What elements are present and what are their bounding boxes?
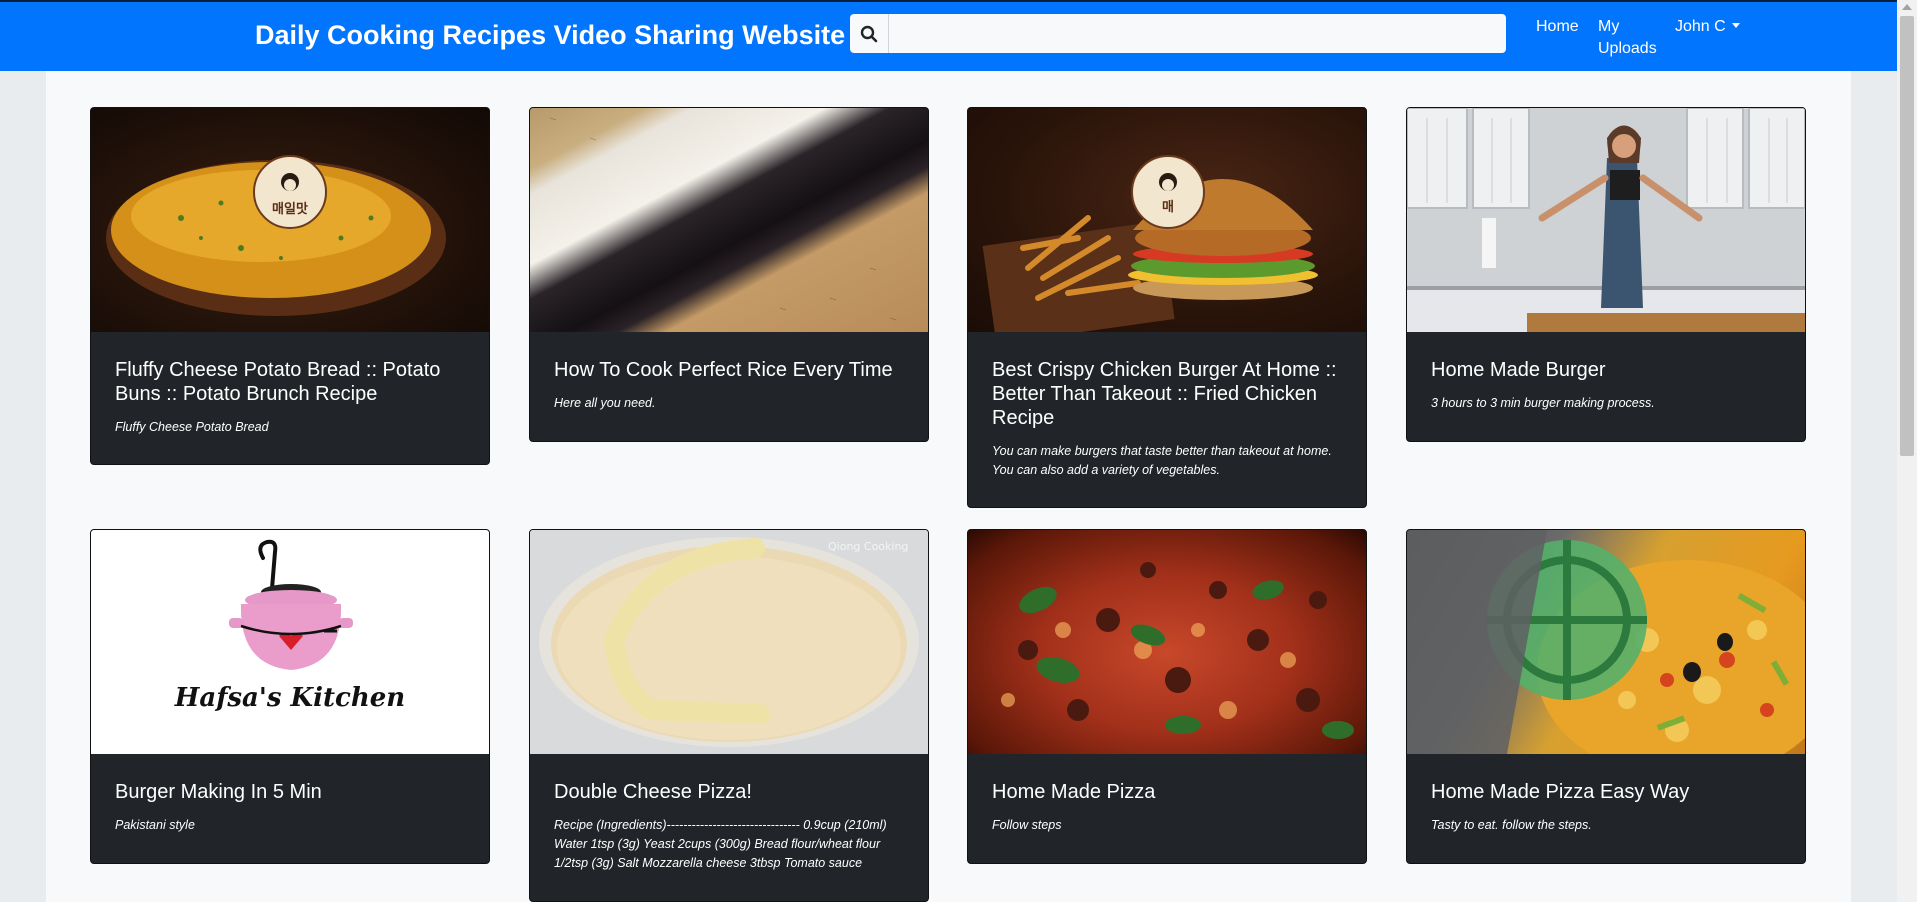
video-grid-container: 매일맛 Fluffy Cheese Potato Bread :: Potato… <box>46 71 1851 902</box>
video-title[interactable]: Fluffy Cheese Potato Bread :: Potato Bun… <box>115 358 465 406</box>
user-name: John C <box>1675 18 1726 35</box>
video-card[interactable]: Home Made Pizza Easy Way Tasty to eat. f… <box>1406 529 1806 864</box>
search-input[interactable] <box>889 14 1506 53</box>
video-card[interactable]: Qiong Cooking Double Cheese Pizza! Recip… <box>529 529 929 902</box>
search-bar <box>850 14 1506 53</box>
video-title[interactable]: Home Made Burger <box>1431 358 1781 382</box>
video-title[interactable]: Double Cheese Pizza! <box>554 780 904 804</box>
channel-logo-text: Hafsa's Kitchen <box>174 683 406 713</box>
search-icon[interactable] <box>850 14 889 53</box>
video-title[interactable]: How To Cook Perfect Rice Every Time <box>554 358 904 382</box>
video-card-body: Best Crispy Chicken Burger At Home :: Be… <box>968 332 1366 480</box>
video-thumbnail[interactable]: Qiong Cooking <box>530 530 928 754</box>
video-card[interactable]: 매 Best Crispy Chicken Burger At Home :: … <box>967 107 1367 508</box>
video-thumbnail[interactable] <box>1407 108 1805 332</box>
video-title[interactable]: Home Made Pizza <box>992 780 1342 804</box>
video-card[interactable]: Home Made Burger 3 hours to 3 min burger… <box>1406 107 1806 442</box>
top-navbar: Daily Cooking Recipes Video Sharing Webs… <box>0 0 1897 71</box>
video-title[interactable]: Best Crispy Chicken Burger At Home :: Be… <box>992 358 1342 430</box>
video-card-body: Home Made Burger 3 hours to 3 min burger… <box>1407 332 1805 413</box>
video-card[interactable]: Home Made Pizza Follow steps <box>967 529 1367 864</box>
video-title[interactable]: Home Made Pizza Easy Way <box>1431 780 1781 804</box>
channel-watermark: Qiong Cooking <box>828 540 909 553</box>
video-description: Tasty to eat. follow the steps. <box>1431 818 1592 832</box>
video-description: You can make burgers that taste better t… <box>992 444 1332 477</box>
video-title[interactable]: Burger Making In 5 Min <box>115 780 465 804</box>
channel-logo-badge: 매 <box>1162 200 1174 215</box>
channel-logo-badge: 매일맛 <box>272 202 308 217</box>
nav-home-link[interactable]: Home <box>1536 16 1579 38</box>
video-thumbnail[interactable]: 매일맛 <box>91 108 489 332</box>
video-card-body: Double Cheese Pizza! Recipe (Ingredients… <box>530 754 928 873</box>
video-card[interactable]: How To Cook Perfect Rice Every Time Here… <box>529 107 929 442</box>
caret-down-icon <box>1731 22 1740 28</box>
video-description: Fluffy Cheese Potato Bread <box>115 420 269 434</box>
video-thumbnail[interactable]: 매 <box>968 108 1366 332</box>
video-thumbnail[interactable] <box>1407 530 1805 754</box>
page-scrollbar[interactable] <box>1897 0 1917 902</box>
video-description: Follow steps <box>992 818 1062 832</box>
nav-my-uploads-label-line2: Uploads <box>1598 40 1657 57</box>
video-card-body: How To Cook Perfect Rice Every Time Here… <box>530 332 928 413</box>
video-thumbnail[interactable] <box>968 530 1366 754</box>
video-description: Pakistani style <box>115 818 195 832</box>
video-thumbnail[interactable] <box>530 108 928 332</box>
video-card[interactable]: Hafsa's Kitchen Burger Making In 5 Min P… <box>90 529 490 864</box>
video-card[interactable]: 매일맛 Fluffy Cheese Potato Bread :: Potato… <box>90 107 490 465</box>
video-card-body: Home Made Pizza Follow steps <box>968 754 1366 835</box>
nav-my-uploads-label-line1: My <box>1598 18 1620 35</box>
scroll-up-arrow-icon[interactable] <box>1902 4 1912 10</box>
video-thumbnail[interactable]: Hafsa's Kitchen <box>91 530 489 754</box>
video-description: Here all you need. <box>554 396 656 410</box>
video-card-body: Burger Making In 5 Min Pakistani style <box>91 754 489 835</box>
video-card-body: Fluffy Cheese Potato Bread :: Potato Bun… <box>91 332 489 437</box>
video-description: Recipe (Ingredients)--------------------… <box>554 818 887 870</box>
user-menu-dropdown[interactable]: John C <box>1675 16 1740 38</box>
video-card-body: Home Made Pizza Easy Way Tasty to eat. f… <box>1407 754 1805 835</box>
nav-my-uploads-link[interactable]: My Uploads <box>1598 16 1657 60</box>
video-description: 3 hours to 3 min burger making process. <box>1431 396 1655 410</box>
site-brand[interactable]: Daily Cooking Recipes Video Sharing Webs… <box>255 20 845 51</box>
scrollbar-thumb[interactable] <box>1900 16 1914 456</box>
